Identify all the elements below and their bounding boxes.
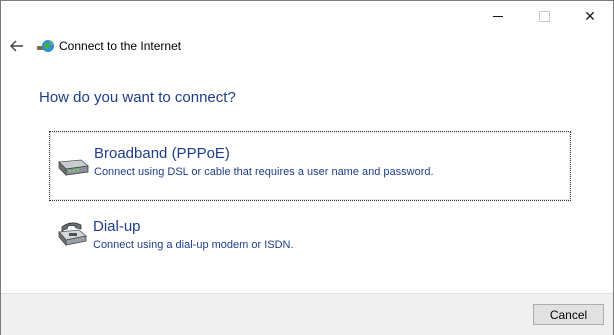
- option-dialup[interactable]: Dial-up Connect using a dial-up modem or…: [49, 209, 571, 259]
- internet-globe-icon: [37, 40, 54, 52]
- option-broadband-title: Broadband (PPPoE): [94, 145, 230, 162]
- option-dialup-title: Dial-up: [93, 218, 141, 235]
- back-arrow-icon: [10, 40, 23, 52]
- option-broadband-description: Connect using DSL or cable that requires…: [94, 166, 434, 178]
- window-title: Connect to the Internet: [59, 39, 182, 53]
- dialog-window: ✕ Connect to the Internet How do you wan…: [0, 0, 614, 335]
- cancel-button[interactable]: Cancel: [533, 304, 604, 325]
- maximize-button[interactable]: [521, 1, 567, 31]
- option-dialup-description: Connect using a dial-up modem or ISDN.: [93, 239, 294, 251]
- page-heading: How do you want to connect?: [39, 89, 236, 106]
- close-button[interactable]: ✕: [567, 1, 613, 31]
- minimize-icon: [493, 15, 503, 17]
- dialup-phone-icon: [58, 222, 87, 247]
- back-button[interactable]: [7, 36, 27, 56]
- broadband-modem-icon: [58, 159, 89, 176]
- dialog-footer: Cancel: [1, 293, 613, 335]
- minimize-button[interactable]: [475, 1, 521, 31]
- option-broadband[interactable]: Broadband (PPPoE) Connect using DSL or c…: [49, 131, 571, 201]
- close-icon: ✕: [584, 7, 596, 24]
- maximize-icon: [538, 10, 550, 22]
